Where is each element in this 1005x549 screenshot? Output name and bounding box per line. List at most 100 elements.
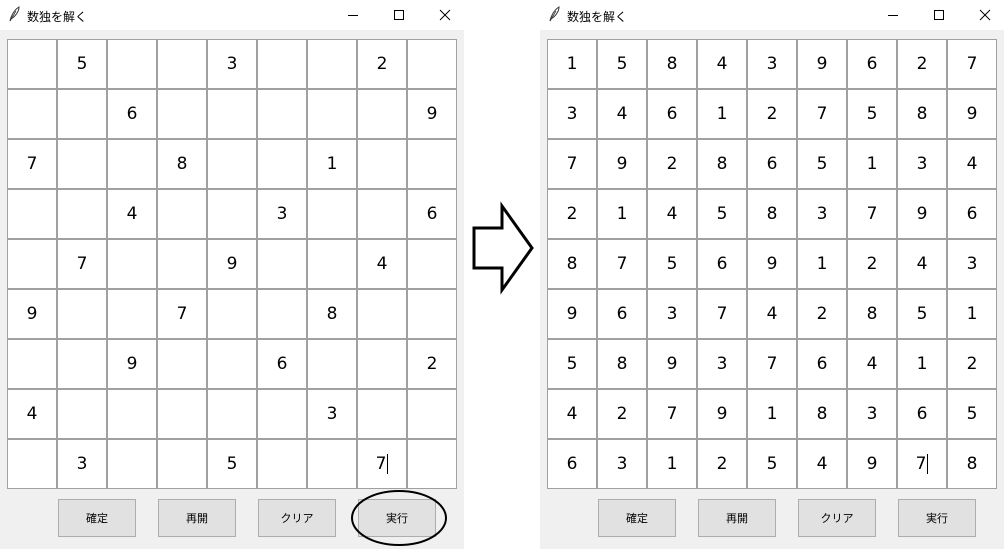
sudoku-cell[interactable]: 5: [947, 389, 997, 439]
sudoku-cell[interactable]: [257, 39, 307, 89]
close-button[interactable]: [422, 0, 468, 30]
sudoku-cell[interactable]: 3: [207, 39, 257, 89]
sudoku-cell[interactable]: [7, 189, 57, 239]
sudoku-cell[interactable]: 4: [107, 189, 157, 239]
sudoku-cell[interactable]: [357, 389, 407, 439]
sudoku-cell[interactable]: 5: [647, 239, 697, 289]
sudoku-cell[interactable]: 2: [357, 39, 407, 89]
sudoku-cell[interactable]: 1: [797, 239, 847, 289]
sudoku-cell[interactable]: [7, 89, 57, 139]
sudoku-cell[interactable]: 7: [157, 289, 207, 339]
sudoku-cell[interactable]: [207, 139, 257, 189]
sudoku-cell[interactable]: 5: [697, 189, 747, 239]
sudoku-cell[interactable]: [157, 339, 207, 389]
confirm-button[interactable]: 確定: [598, 499, 676, 537]
sudoku-cell[interactable]: 4: [947, 139, 997, 189]
sudoku-cell[interactable]: 3: [547, 89, 597, 139]
sudoku-cell[interactable]: 3: [747, 39, 797, 89]
sudoku-cell[interactable]: 4: [697, 39, 747, 89]
sudoku-cell[interactable]: 1: [597, 189, 647, 239]
sudoku-cell[interactable]: 4: [897, 239, 947, 289]
sudoku-cell[interactable]: 5: [57, 39, 107, 89]
sudoku-cell[interactable]: [157, 389, 207, 439]
sudoku-cell[interactable]: [107, 239, 157, 289]
sudoku-cell[interactable]: [307, 89, 357, 139]
sudoku-cell[interactable]: 9: [207, 239, 257, 289]
sudoku-cell[interactable]: 5: [747, 439, 797, 489]
sudoku-cell[interactable]: [207, 389, 257, 439]
sudoku-cell[interactable]: 8: [547, 239, 597, 289]
title-bar[interactable]: 数独を解く: [0, 0, 464, 30]
sudoku-cell[interactable]: 9: [947, 89, 997, 139]
sudoku-cell[interactable]: 6: [947, 189, 997, 239]
sudoku-cell[interactable]: 6: [107, 89, 157, 139]
sudoku-cell[interactable]: 7: [357, 439, 407, 489]
sudoku-cell[interactable]: 8: [947, 439, 997, 489]
sudoku-cell[interactable]: 6: [697, 239, 747, 289]
sudoku-cell[interactable]: 5: [547, 339, 597, 389]
sudoku-cell[interactable]: 3: [847, 389, 897, 439]
sudoku-cell[interactable]: [257, 139, 307, 189]
execute-button[interactable]: 実行: [898, 499, 976, 537]
sudoku-cell[interactable]: 4: [357, 239, 407, 289]
sudoku-cell[interactable]: 2: [747, 89, 797, 139]
sudoku-cell[interactable]: 2: [947, 339, 997, 389]
sudoku-cell[interactable]: [107, 139, 157, 189]
sudoku-cell[interactable]: 3: [597, 439, 647, 489]
sudoku-cell[interactable]: 9: [797, 39, 847, 89]
sudoku-cell[interactable]: 4: [797, 439, 847, 489]
sudoku-cell[interactable]: [57, 89, 107, 139]
sudoku-cell[interactable]: 9: [747, 239, 797, 289]
sudoku-cell[interactable]: 4: [7, 389, 57, 439]
sudoku-cell[interactable]: 2: [597, 389, 647, 439]
sudoku-cell[interactable]: 7: [57, 239, 107, 289]
sudoku-cell[interactable]: 1: [647, 439, 697, 489]
resume-button[interactable]: 再開: [158, 499, 236, 537]
sudoku-cell[interactable]: [107, 289, 157, 339]
sudoku-cell[interactable]: [157, 89, 207, 139]
sudoku-cell[interactable]: [57, 289, 107, 339]
sudoku-cell[interactable]: 1: [847, 139, 897, 189]
sudoku-cell[interactable]: 9: [547, 289, 597, 339]
sudoku-cell[interactable]: 5: [797, 139, 847, 189]
sudoku-cell[interactable]: 4: [847, 339, 897, 389]
sudoku-cell[interactable]: 1: [547, 39, 597, 89]
sudoku-cell[interactable]: 5: [897, 289, 947, 339]
sudoku-cell[interactable]: 6: [597, 289, 647, 339]
sudoku-cell[interactable]: [7, 339, 57, 389]
minimize-button[interactable]: [870, 0, 916, 30]
sudoku-cell[interactable]: 6: [407, 189, 457, 239]
sudoku-cell[interactable]: 2: [797, 289, 847, 339]
sudoku-cell[interactable]: [407, 439, 457, 489]
sudoku-cell[interactable]: 2: [547, 189, 597, 239]
sudoku-cell[interactable]: [157, 239, 207, 289]
sudoku-cell[interactable]: [257, 239, 307, 289]
sudoku-cell[interactable]: [57, 339, 107, 389]
sudoku-cell[interactable]: 8: [157, 139, 207, 189]
sudoku-cell[interactable]: 9: [897, 189, 947, 239]
sudoku-cell[interactable]: 3: [307, 389, 357, 439]
sudoku-cell[interactable]: 5: [847, 89, 897, 139]
sudoku-cell[interactable]: 7: [747, 339, 797, 389]
sudoku-cell[interactable]: 9: [647, 339, 697, 389]
title-bar[interactable]: 数独を解く: [540, 0, 1004, 30]
sudoku-cell[interactable]: [207, 189, 257, 239]
sudoku-cell[interactable]: [7, 239, 57, 289]
sudoku-cell[interactable]: [207, 339, 257, 389]
close-button[interactable]: [962, 0, 1005, 30]
sudoku-cell[interactable]: 1: [947, 289, 997, 339]
sudoku-cell[interactable]: [307, 39, 357, 89]
sudoku-cell[interactable]: 7: [547, 139, 597, 189]
sudoku-cell[interactable]: 9: [697, 389, 747, 439]
sudoku-cell[interactable]: 2: [407, 339, 457, 389]
sudoku-cell[interactable]: 6: [647, 89, 697, 139]
confirm-button[interactable]: 確定: [58, 499, 136, 537]
sudoku-cell[interactable]: [7, 39, 57, 89]
sudoku-cell[interactable]: [257, 439, 307, 489]
sudoku-cell[interactable]: [257, 289, 307, 339]
sudoku-cell[interactable]: 3: [697, 339, 747, 389]
sudoku-cell[interactable]: 7: [7, 139, 57, 189]
sudoku-cell[interactable]: [207, 289, 257, 339]
clear-button[interactable]: クリア: [258, 499, 336, 537]
sudoku-cell[interactable]: 9: [597, 139, 647, 189]
